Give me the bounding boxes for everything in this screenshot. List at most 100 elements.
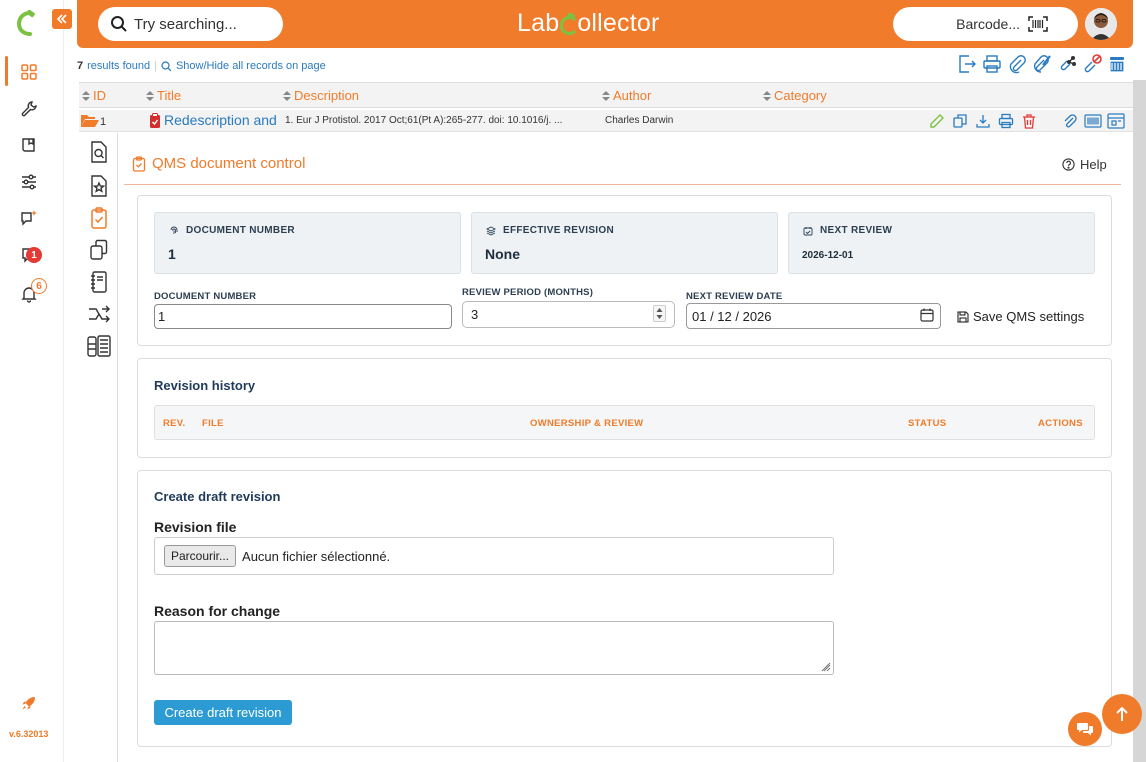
duplicate-icon[interactable]: [950, 112, 969, 130]
review-period-value: 3: [471, 307, 479, 322]
left-sidebar: 1 6 v.6.32013: [0, 0, 72, 762]
help-label: Help: [1080, 157, 1107, 172]
edit-pencil-icon[interactable]: [927, 112, 946, 130]
doc-search-icon[interactable]: [87, 140, 111, 164]
calendar-icon[interactable]: [920, 308, 934, 322]
number-spinner-icon[interactable]: [653, 305, 666, 322]
search-icon: [110, 15, 128, 33]
archive-icon[interactable]: [1106, 53, 1128, 75]
barcode-placeholder: Barcode...: [956, 16, 1020, 32]
column-title[interactable]: Title: [145, 88, 181, 103]
stat-label: DOCUMENT NUMBER: [169, 225, 295, 236]
doc-star-icon[interactable]: [87, 174, 111, 198]
app-version: v.6.32013: [9, 729, 49, 739]
scroll-gutter: [1133, 80, 1146, 762]
folder-open-icon[interactable]: [80, 113, 99, 128]
review-period-input[interactable]: 3: [462, 301, 675, 328]
reason-for-change-textarea[interactable]: [154, 621, 834, 675]
barcode-search[interactable]: Barcode...: [893, 7, 1078, 41]
rocket-icon[interactable]: [17, 691, 41, 715]
scroll-to-top-button[interactable]: [1102, 694, 1142, 734]
zoom-icon: [161, 60, 172, 72]
stat-label: NEXT REVIEW: [803, 225, 892, 236]
attachment-edit-icon[interactable]: [1031, 53, 1053, 75]
results-count: 7: [77, 60, 84, 72]
table-row[interactable]: 1 Redescription and 1. Eur J Protistol. …: [79, 110, 1133, 132]
revision-file-label: Revision file: [154, 519, 237, 535]
print-icon[interactable]: [981, 53, 1003, 75]
labcollector-logo-icon[interactable]: [16, 10, 38, 36]
row-title-link[interactable]: Redescription and: [164, 112, 282, 128]
sliders-icon[interactable]: [17, 170, 41, 194]
export-icon[interactable]: [956, 53, 978, 75]
toolbar-icons: [956, 53, 1128, 75]
notebook-icon[interactable]: [87, 270, 111, 294]
create-draft-revision-button[interactable]: Create draft revision: [154, 700, 292, 725]
results-table-header: ID Title Description Author Category: [79, 82, 1133, 108]
row-description: 1. Eur J Protistol. 2017 Oct;61(Pt A):26…: [285, 115, 563, 126]
row-attachment-icon[interactable]: [1060, 112, 1079, 130]
stat-label-text: DOCUMENT NUMBER: [186, 225, 295, 236]
brand-logo: Lab ollector: [517, 9, 660, 38]
doc-number-input[interactable]: 1: [154, 304, 452, 329]
user-avatar[interactable]: [1085, 8, 1117, 40]
ownership-review-column: OWNERSHIP & REVIEW: [530, 418, 644, 429]
file-column: FILE: [202, 418, 224, 429]
title-divider: [124, 184, 1121, 185]
book-icon[interactable]: [17, 133, 41, 157]
status-column: STATUS: [908, 418, 947, 429]
row-print-icon[interactable]: [996, 112, 1015, 130]
copy-docs-icon[interactable]: [87, 238, 111, 262]
browse-button[interactable]: Parcourir...: [164, 545, 237, 567]
stat-label: EFFECTIVE REVISION: [486, 225, 614, 236]
column-description[interactable]: Description: [282, 88, 359, 103]
draft-revision-title: Create draft revision: [154, 489, 281, 504]
column-id[interactable]: ID: [81, 88, 106, 103]
column-category[interactable]: Category: [762, 88, 827, 103]
help-link[interactable]: Help: [1062, 157, 1107, 172]
column-description-label: Description: [294, 88, 360, 103]
stat-effective-revision: EFFECTIVE REVISION None: [471, 212, 778, 274]
column-title-label: Title: [157, 88, 182, 103]
download-icon[interactable]: [973, 112, 992, 130]
wrench-icon[interactable]: [17, 97, 41, 121]
attachment-icon[interactable]: [1006, 53, 1028, 75]
next-review-value: 01 / 12 / 2026: [692, 308, 772, 324]
search-placeholder: Try searching...: [134, 15, 237, 33]
fingerprint-icon: [169, 226, 179, 236]
revision-history-table-header: REV. FILE OWNERSHIP & REVIEW STATUS ACTI…: [154, 405, 1095, 440]
delete-icon[interactable]: [1019, 112, 1038, 130]
attachment-remove-icon[interactable]: [1081, 53, 1103, 75]
stat-next-review: NEXT REVIEW 2026-12-01: [788, 212, 1095, 274]
ai-chat-icon[interactable]: [17, 206, 41, 230]
stat-document-number: DOCUMENT NUMBER 1: [154, 212, 461, 274]
sample-list-icon[interactable]: [87, 334, 111, 358]
collapse-sidebar-icon[interactable]: [52, 9, 72, 29]
workflow-icon[interactable]: [87, 302, 111, 326]
row-archive-icon[interactable]: [1106, 112, 1125, 130]
column-author[interactable]: Author: [601, 88, 651, 103]
column-id-label: ID: [93, 88, 106, 103]
actions-column: ACTIONS: [1038, 418, 1083, 429]
dashboard-icon[interactable]: [17, 60, 41, 84]
save-qms-settings-button[interactable]: Save QMS settings: [957, 309, 1084, 324]
global-search[interactable]: Try searching...: [98, 7, 283, 41]
clipboard-check-icon[interactable]: [87, 206, 111, 230]
stat-value: 1: [168, 246, 176, 262]
show-hide-records-link[interactable]: Show/Hide all records on page: [176, 60, 326, 72]
rev-column: REV.: [163, 418, 186, 429]
question-circle-icon: [1062, 158, 1075, 171]
revision-history-title: Revision history: [154, 378, 256, 393]
top-header: Try searching... Lab ollector Barcode...: [77, 0, 1133, 48]
attachment-share-icon[interactable]: [1056, 53, 1078, 75]
resize-handle-icon[interactable]: [821, 662, 831, 672]
chat-button[interactable]: [1068, 712, 1102, 746]
doc-number-label: DOCUMENT NUMBER: [154, 291, 257, 302]
revision-file-input[interactable]: Parcourir... Aucun fichier sélectionné.: [154, 537, 834, 575]
column-author-label: Author: [613, 88, 652, 103]
layers-icon: [486, 225, 496, 236]
next-review-date-input[interactable]: 01 / 12 / 2026: [686, 303, 941, 329]
brand-suffix: ollector: [577, 9, 660, 37]
row-barcode-icon[interactable]: [1083, 112, 1102, 130]
